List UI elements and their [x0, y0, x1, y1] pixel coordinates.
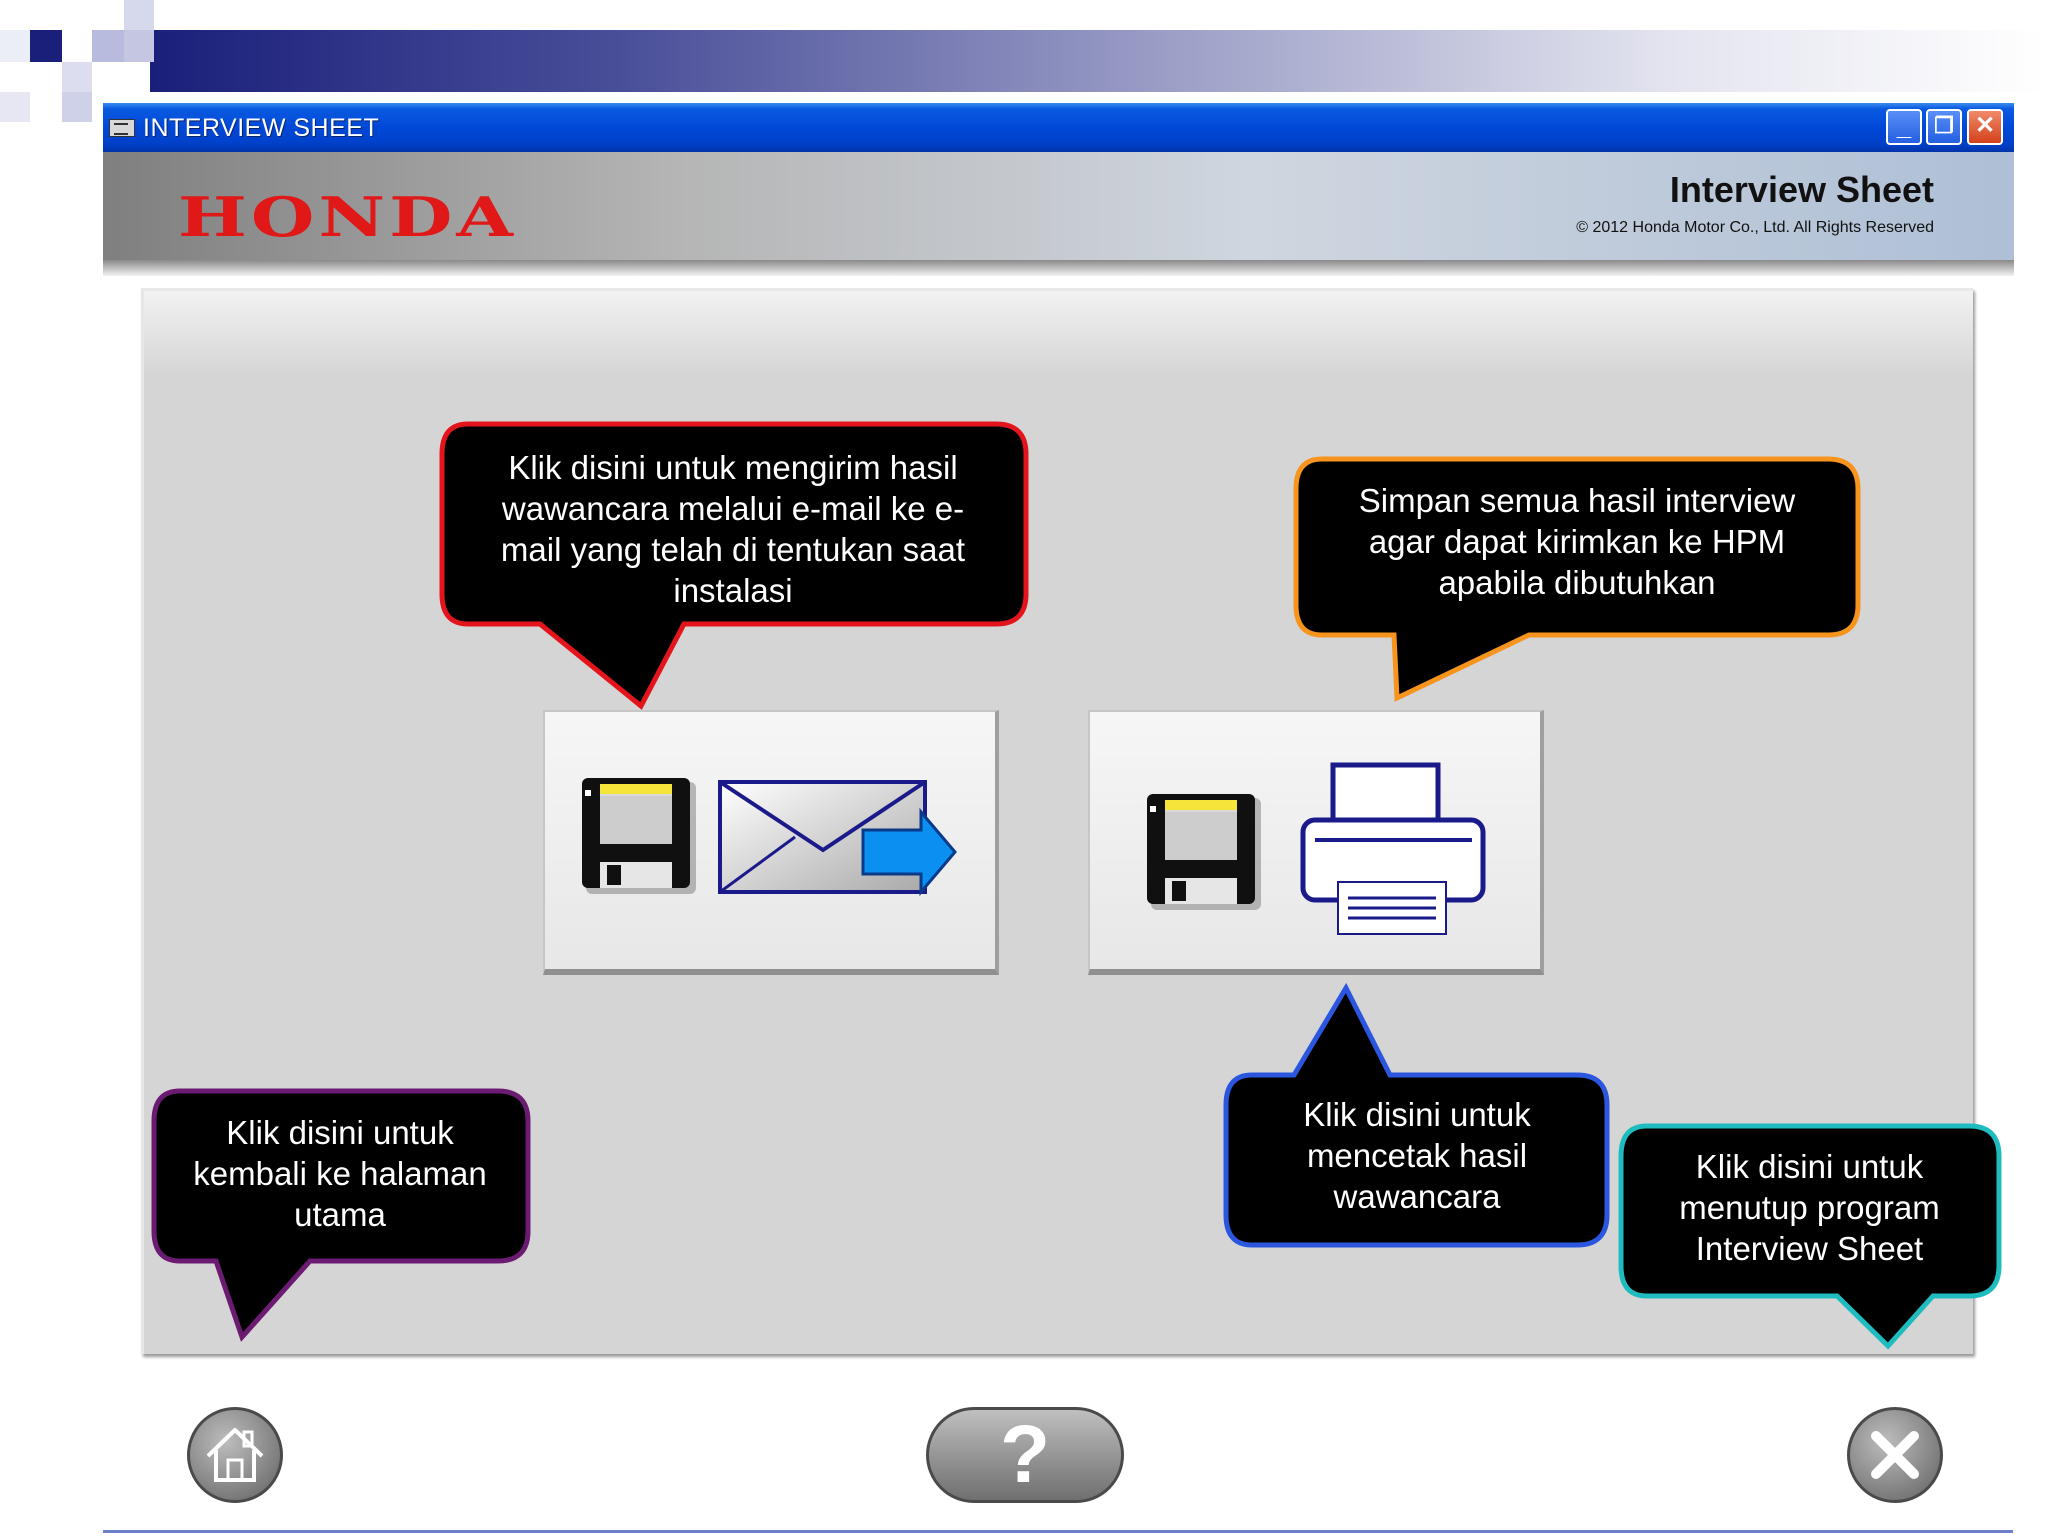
decor-square — [0, 92, 30, 122]
header-title: Interview Sheet — [1669, 169, 1934, 210]
slide-bottom-line — [103, 1530, 2013, 1533]
copyright-text: © 2012 Honda Motor Co., Ltd. All Rights … — [1576, 219, 1934, 236]
callout-email-text: Klik disini untuk mengirim hasil wawanca… — [500, 449, 966, 609]
home-button[interactable] — [187, 1407, 283, 1503]
decor-square — [62, 92, 92, 122]
save-email-button[interactable] — [543, 710, 999, 975]
help-button[interactable]: ? — [926, 1407, 1124, 1503]
decor-square — [30, 30, 62, 62]
exit-program-button[interactable] — [1847, 1407, 1943, 1503]
window-titlebar[interactable]: INTERVIEW SHEET _ ❐ ✕ — [103, 103, 2014, 152]
window-title: INTERVIEW SHEET — [143, 114, 380, 142]
callout-close-text: Klik disini untuk menutup program Interv… — [1679, 1148, 1940, 1267]
decor-square — [124, 30, 154, 62]
app-header: HONDA Interview Sheet © 2012 Honda Motor… — [103, 152, 2014, 260]
restore-button[interactable]: ❐ — [1926, 109, 1962, 145]
decor-square — [62, 62, 92, 92]
save-print-button[interactable] — [1088, 710, 1544, 975]
decor-square — [124, 0, 154, 30]
printer-icon — [1300, 762, 1486, 935]
floppy-disk-icon — [582, 778, 696, 894]
callout-home-text: Klik disini untuk kembali ke halaman uta… — [193, 1114, 487, 1233]
callout-print-text: Klik disini untuk mencetak hasil wawanca… — [1303, 1096, 1531, 1215]
email-send-icon — [718, 780, 957, 897]
callout-save-text: Simpan semua hasil interview agar dapat … — [1358, 482, 1796, 601]
app-icon — [109, 119, 135, 137]
decor-square — [0, 30, 30, 62]
close-window-button[interactable]: ✕ — [1967, 109, 2003, 145]
header-divider — [103, 260, 2014, 276]
honda-logo: HONDA — [178, 185, 518, 249]
home-icon — [206, 1428, 264, 1482]
decor-square — [92, 30, 124, 62]
minimize-button[interactable]: _ — [1886, 109, 1922, 145]
slide-header-bar — [150, 30, 2048, 92]
close-icon — [1871, 1431, 1919, 1479]
floppy-disk-icon — [1147, 794, 1261, 910]
